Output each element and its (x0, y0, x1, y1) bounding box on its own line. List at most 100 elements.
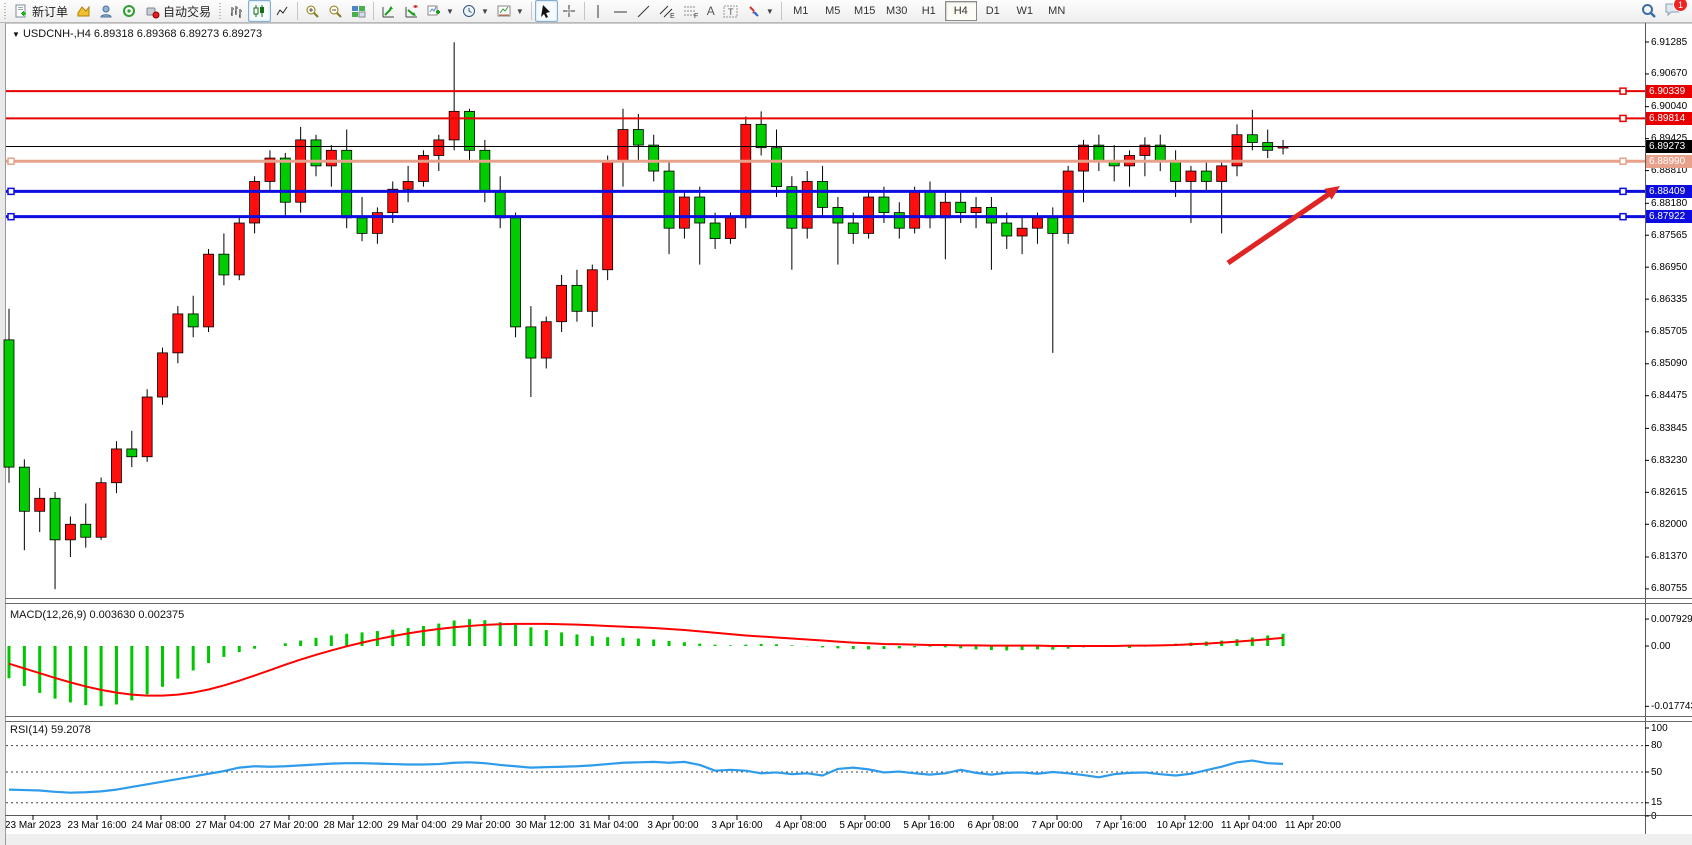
candlestick (925, 192, 935, 218)
candlestick (188, 314, 198, 327)
timeframe-button-w1[interactable]: W1 (1009, 1, 1041, 21)
profile-button[interactable] (95, 0, 118, 22)
notifications-button[interactable]: 1 (1665, 2, 1682, 20)
line-handle[interactable] (1620, 88, 1626, 94)
chart-plot[interactable] (0, 0, 1692, 845)
candlestick-chart-button[interactable] (248, 0, 271, 22)
period-button[interactable]: ▼ (458, 0, 493, 22)
add-indicator-button[interactable]: ▼ (423, 0, 458, 22)
arrows-tool-button[interactable]: ▼ (743, 0, 778, 22)
hline-tool-button[interactable] (609, 0, 632, 22)
text-tool-button[interactable]: A (703, 0, 719, 22)
candlestick (649, 145, 659, 171)
svg-text:F: F (694, 13, 698, 19)
search-icon[interactable] (1641, 3, 1657, 19)
cursor-tool-button[interactable] (535, 0, 558, 22)
candlestick (418, 155, 428, 181)
template-button[interactable]: ▼ (493, 0, 528, 22)
trendline-tool-button[interactable] (632, 0, 655, 22)
new-chart-button[interactable] (72, 0, 95, 22)
candlestick (511, 218, 521, 327)
channel-tool-button[interactable]: E (655, 0, 679, 22)
candlestick (142, 397, 152, 457)
candlestick (449, 111, 459, 140)
candlestick (1063, 171, 1073, 233)
candlestick (480, 150, 490, 192)
zoom-in-button[interactable] (301, 0, 324, 22)
candlestick (971, 207, 981, 212)
fibonacci-icon: F (683, 4, 699, 19)
candlestick (1002, 223, 1012, 236)
symbol-title: ▼ USDCNH-,H4 6.89318 6.89368 6.89273 6.8… (12, 28, 262, 40)
price-tag: 6.88409 (1646, 185, 1692, 198)
line-handle[interactable] (1620, 158, 1626, 164)
toolbar-separator (373, 2, 374, 20)
notification-badge: 1 (1673, 0, 1688, 12)
equidistant-channel-icon: E (659, 4, 675, 19)
template-icon (497, 4, 512, 19)
vline-icon (592, 4, 605, 19)
rsi-line (9, 761, 1283, 793)
main-toolbar: 新订单 自动交易 ▼ ▼ (0, 0, 1692, 23)
line-handle[interactable] (1620, 214, 1626, 220)
line-handle[interactable] (1620, 115, 1626, 121)
line-chart-button[interactable] (271, 0, 294, 22)
candlestick (96, 483, 106, 538)
svg-text:E: E (670, 13, 675, 19)
candlestick (127, 449, 137, 457)
timeframe-button-m5[interactable]: M5 (817, 1, 849, 21)
price-tag: 6.89273 (1646, 140, 1692, 153)
timeframe-button-h4[interactable]: H4 (945, 1, 977, 21)
collapse-triangle-icon[interactable]: ▼ (12, 30, 20, 39)
candlestick (35, 498, 45, 511)
toolbar-separator (584, 2, 585, 20)
candlestick (1094, 145, 1104, 161)
label-tool-button[interactable]: T (719, 0, 743, 22)
crosshair-tool-button[interactable] (558, 0, 581, 22)
bar-chart-button[interactable] (225, 0, 248, 22)
timeframe-button-m15[interactable]: M15 (849, 1, 881, 21)
candlestick (664, 171, 674, 228)
candlestick (357, 218, 367, 234)
candlestick (1186, 171, 1196, 181)
timeframe-button-m1[interactable]: M1 (785, 1, 817, 21)
tile-windows-button[interactable] (347, 0, 370, 22)
timeframe-button-h1[interactable]: H1 (913, 1, 945, 21)
candlestick (1048, 218, 1058, 234)
line-handle[interactable] (1620, 188, 1626, 194)
toolbar-separator (781, 2, 782, 20)
autotrade-label: 自动交易 (163, 3, 211, 20)
indicator-window-button[interactable] (377, 0, 400, 22)
zoom-in-icon (305, 4, 320, 19)
vline-tool-button[interactable] (588, 0, 609, 22)
candlestick (219, 254, 229, 275)
candlestick (296, 140, 306, 202)
candlestick (772, 148, 782, 187)
candlestick (910, 192, 920, 228)
candlestick (679, 197, 689, 228)
line-handle[interactable] (8, 188, 14, 194)
indicator-window-alt-button[interactable] (400, 0, 423, 22)
candlestick (204, 254, 214, 327)
candlestick (495, 192, 505, 218)
candlestick (618, 130, 628, 161)
connection-button[interactable] (118, 0, 141, 22)
candlestick (1247, 135, 1257, 143)
timeframe-button-d1[interactable]: D1 (977, 1, 1009, 21)
candlestick (710, 223, 720, 239)
crosshair-icon (562, 4, 577, 19)
indicator-window-alt-icon (404, 4, 419, 19)
annotation-arrow[interactable] (1228, 192, 1332, 263)
candlestick (557, 285, 567, 321)
timeframe-button-mn[interactable]: MN (1041, 1, 1073, 21)
line-handle[interactable] (8, 214, 14, 220)
price-tag: 6.87922 (1646, 210, 1692, 223)
line-handle[interactable] (8, 158, 14, 164)
new-order-button[interactable]: 新订单 (10, 0, 72, 22)
zoom-out-button[interactable] (324, 0, 347, 22)
timeframe-button-m30[interactable]: M30 (881, 1, 913, 21)
candlestick (572, 285, 582, 311)
autotrade-button[interactable]: 自动交易 (141, 0, 215, 22)
autotrade-icon (145, 4, 160, 19)
fibonacci-tool-button[interactable]: F (679, 0, 703, 22)
